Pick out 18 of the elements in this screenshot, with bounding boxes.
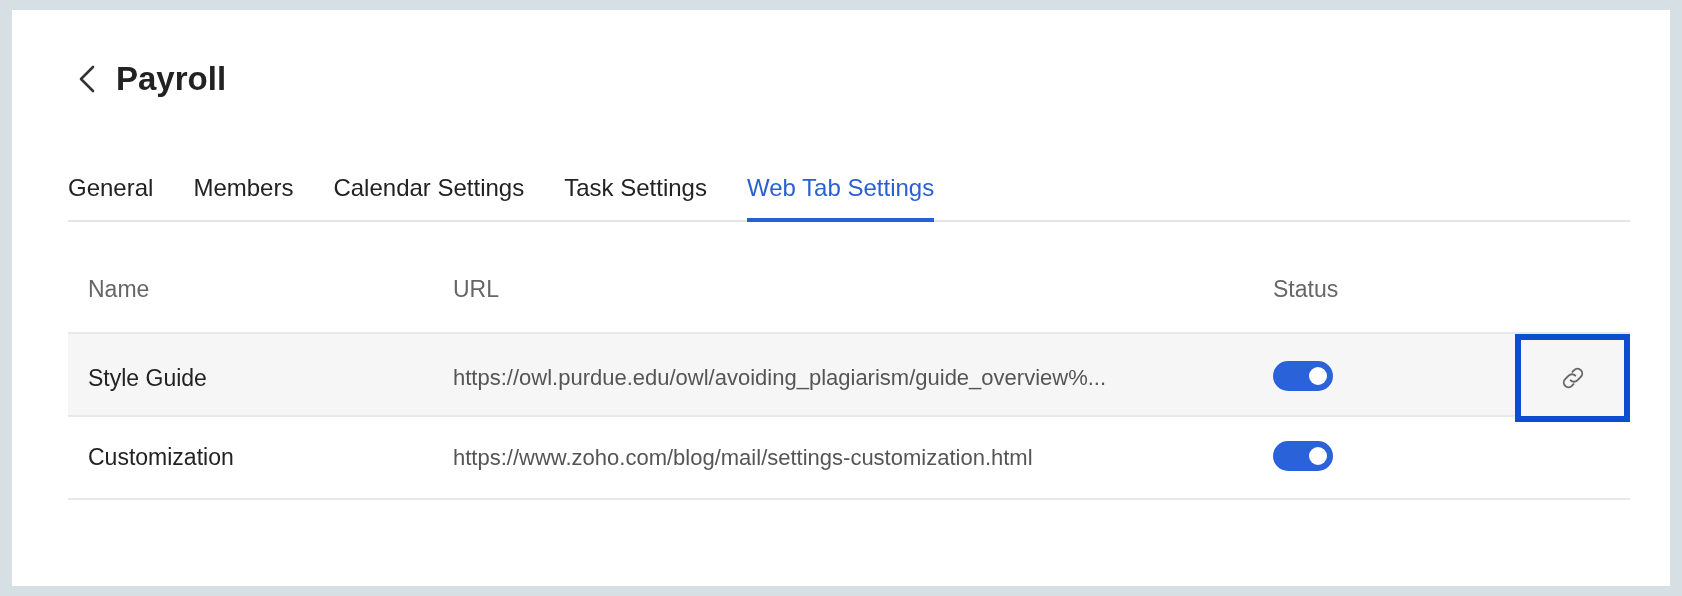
tab[interactable]: Calendar Settings (333, 168, 525, 222)
table-cell-text: Style Guide (88, 364, 208, 392)
back-icon[interactable] (78, 65, 96, 93)
status-toggle[interactable] (1273, 440, 1333, 471)
column-header: Status (1273, 276, 1340, 303)
status-toggle[interactable] (1273, 361, 1333, 391)
table-cell-text: https://owl.purdue.edu/owl/avoiding_plagiarism/guide_overview%... (453, 365, 1108, 391)
tab[interactable]: Web Tab Settings (746, 168, 935, 222)
tab[interactable]: Task Settings (564, 168, 707, 222)
column-header: URL (453, 276, 500, 303)
link-button[interactable] (1515, 334, 1630, 422)
tab[interactable]: General (68, 168, 154, 222)
page-title: Payroll (116, 60, 227, 98)
table-cell-text: Customization (88, 444, 235, 471)
tab[interactable]: Members (193, 168, 294, 222)
table-row[interactable]: Customization https://www.zoho.com/blog/mail/settings-customization.html (68, 417, 1630, 500)
table-cell-text: https://www.zoho.com/blog/mail/settings-customization.html (453, 444, 1034, 471)
column-header: Name (88, 276, 151, 303)
